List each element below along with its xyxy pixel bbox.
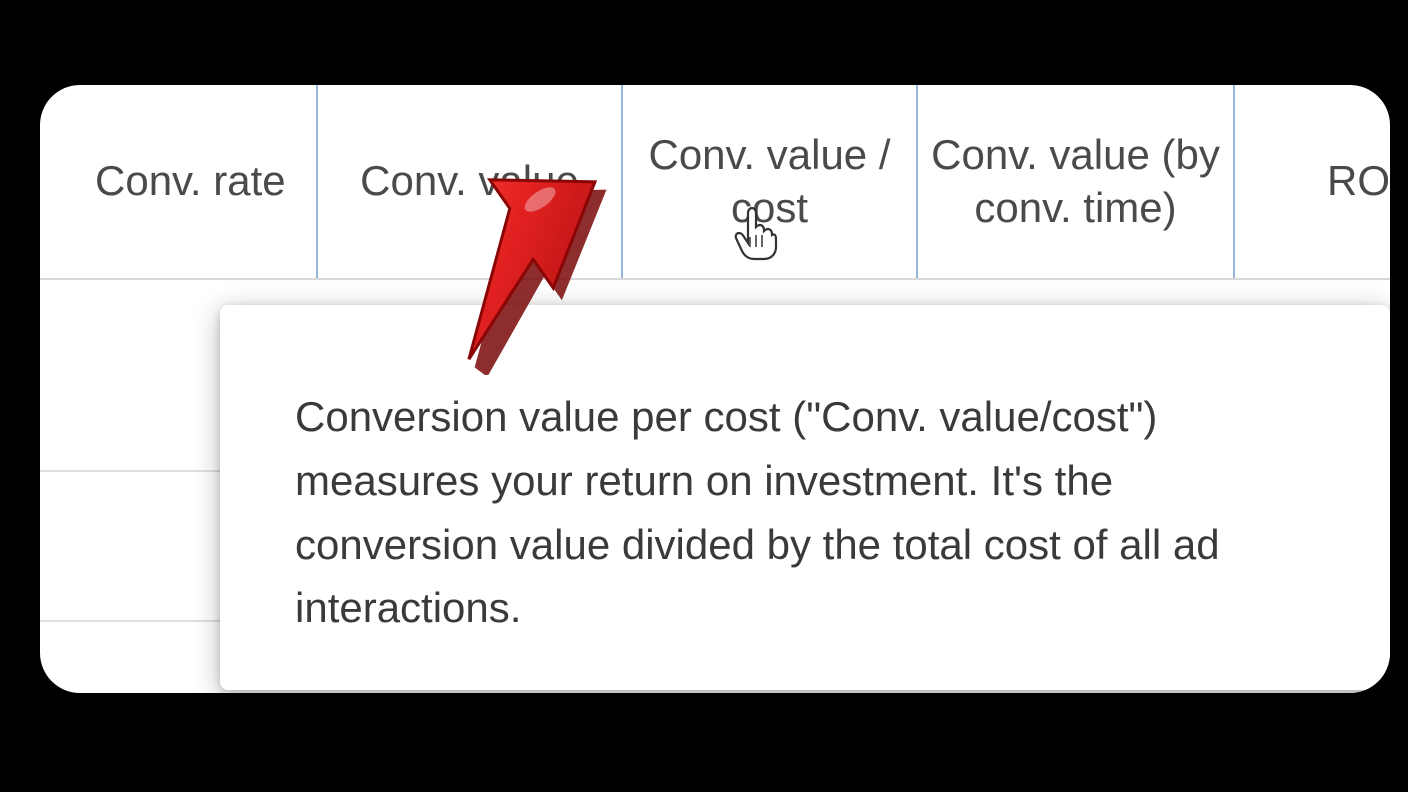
row-divider <box>40 620 220 622</box>
row-divider <box>40 470 220 472</box>
table-panel: Conv. rate Conv. value Conv. value / cos… <box>40 85 1390 693</box>
column-label: Conv. value <box>360 155 579 208</box>
column-header-conv-rate[interactable]: Conv. rate <box>40 85 318 278</box>
column-label: RO <box>1327 155 1390 208</box>
column-header-conv-value-by-time[interactable]: Conv. value (by conv. time) <box>918 85 1235 278</box>
table-body: Conversion value per cost ("Conv. value/… <box>40 280 1390 693</box>
column-header-conv-value[interactable]: Conv. value <box>318 85 623 278</box>
column-header-conv-value-cost[interactable]: Conv. value / cost <box>623 85 918 278</box>
tooltip-popover: Conversion value per cost ("Conv. value/… <box>220 305 1390 690</box>
column-header-roas[interactable]: RO <box>1235 85 1390 278</box>
column-label: Conv. value (by conv. time) <box>928 129 1223 234</box>
table-header-row: Conv. rate Conv. value Conv. value / cos… <box>40 85 1390 280</box>
column-label: Conv. rate <box>95 155 286 208</box>
column-label: Conv. value / cost <box>633 129 906 234</box>
tooltip-text: Conversion value per cost ("Conv. value/… <box>295 393 1220 631</box>
